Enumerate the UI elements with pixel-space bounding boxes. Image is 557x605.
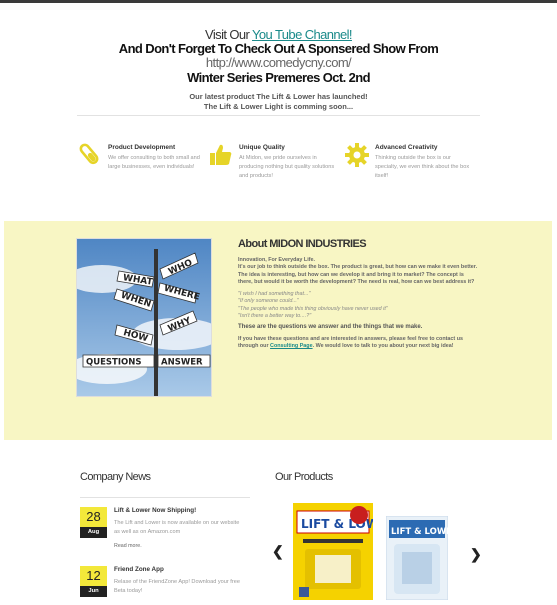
- feature-title: Advanced Creativity: [375, 144, 438, 151]
- feature-title: Product Development: [108, 144, 176, 151]
- news-title[interactable]: Friend Zone App: [114, 566, 164, 573]
- hero-line-2: And Don't Forget To Check Out A Sponsere…: [118, 41, 439, 56]
- product-lift-and-lower[interactable]: LIFT & LOWER: [293, 503, 396, 600]
- signpost-photo: WHO WHAT WHERE WHEN WHY HOW QUESTIONS AN…: [76, 238, 212, 397]
- quote: "If only someone could...": [238, 298, 299, 305]
- divider: [77, 115, 480, 116]
- quote: "Isn't there a better way to....?": [238, 313, 312, 320]
- news-description: The Lift and Lower is now available on o…: [114, 520, 240, 535]
- about-paragraph: These are the questions we answer and th…: [238, 324, 423, 331]
- our-products-title: Our Products: [275, 471, 333, 483]
- about-title: About MIDON INDUSTRIES: [238, 238, 367, 250]
- news-description: Relase of the FriendZone App! Download y…: [114, 579, 240, 594]
- hero-announcement: Visit Our You Tube Channel! And Don't Fo…: [0, 28, 557, 112]
- svg-text:LIFT & LOWER: LIFT & LOWER: [391, 527, 448, 537]
- news-title[interactable]: Lift & Lower Now Shipping!: [114, 507, 196, 514]
- sign-questions: QUESTIONS: [86, 358, 141, 368]
- product-package-image: LIFT & LOWER: [385, 515, 459, 601]
- feature-description: At Midon, we pride ourselves in producin…: [239, 155, 335, 179]
- feature-description: Thinking outside the box is our specialt…: [375, 155, 470, 179]
- about-tagline: Innovation, For Everyday Life.: [238, 257, 315, 263]
- hero-line-4: Winter Series Premeres Oct. 2nd: [187, 70, 370, 85]
- about-paragraph: It's our job to think outside the box. T…: [238, 264, 478, 285]
- launch-note: Our latest product The Lift & Lower has …: [189, 92, 368, 111]
- date-badge: 12 Jun: [80, 566, 107, 597]
- test-tube-icon: [79, 143, 99, 165]
- about-body: Innovation, For Everyday Life. It's our …: [238, 257, 478, 350]
- consulting-page-link[interactable]: Consulting Page: [270, 343, 313, 349]
- date-badge: 28 Aug: [80, 507, 107, 538]
- feature-description: We offer consulting to both small and la…: [108, 155, 200, 170]
- comedy-url[interactable]: http://www.comedycny.com/: [0, 56, 557, 70]
- quote: "The people who made this thing obviousl…: [238, 305, 388, 312]
- gear-icon: [345, 143, 369, 167]
- youtube-channel-link[interactable]: You Tube Channel!: [252, 27, 353, 42]
- about-contact: If you have these questions and are inte…: [238, 335, 463, 349]
- signpost-image: WHO WHAT WHERE WHEN WHY HOW QUESTIONS AN…: [77, 239, 211, 396]
- company-news-title: Company News: [80, 471, 151, 483]
- header-strip: [0, 0, 557, 3]
- chevron-left-icon[interactable]: ❮: [272, 543, 284, 560]
- feature-title: Unique Quality: [239, 144, 285, 151]
- divider: [80, 497, 250, 498]
- chevron-right-icon[interactable]: ❯: [470, 546, 482, 563]
- product-lift-and-lower-light[interactable]: LIFT & LOWER: [385, 515, 459, 601]
- product-package-image: LIFT & LOWER: [293, 503, 396, 600]
- hero-line-1: Visit Our You Tube Channel!: [205, 27, 353, 42]
- thumbs-up-icon: [210, 144, 232, 165]
- quote: "I wish I had something that...": [238, 291, 311, 298]
- read-more-link[interactable]: Read more.: [114, 543, 142, 549]
- sign-answer: ANSWER: [161, 358, 203, 368]
